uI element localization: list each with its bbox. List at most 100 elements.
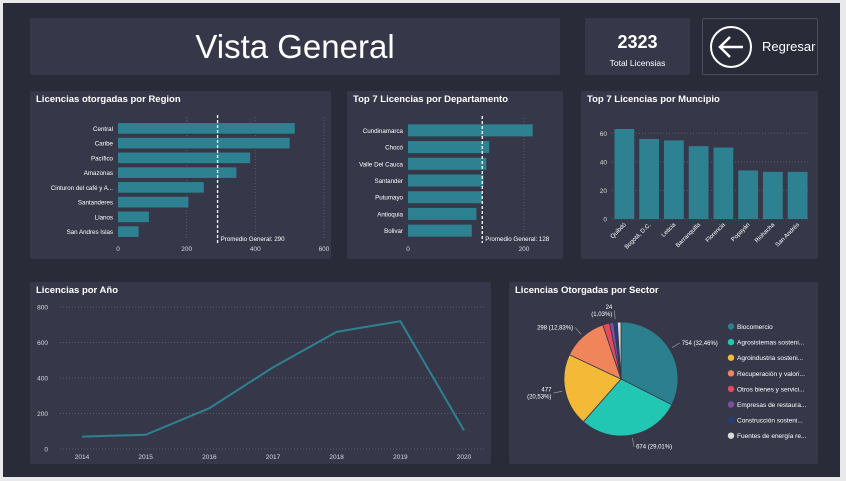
region-bar [118, 152, 251, 164]
departamento-bar [408, 207, 477, 220]
year-chart: 0 200 400 600 800 2014 2015 2016 2017 2018 2019 202… [37, 305, 485, 461]
municipio-category-label: Riohacha [754, 222, 777, 245]
back-button[interactable]: Regresar [702, 18, 818, 75]
year-tick-label: 400 [37, 376, 48, 383]
region-tick-label: 400 [250, 246, 261, 253]
year-chart-panel: Licencias por Año 0 200 400 600 800 2014 2015 2… [30, 282, 491, 464]
sector-leader-line [632, 437, 635, 447]
departamento-category-label: Valle Del Cauca [359, 161, 403, 168]
year-x-tick-label: 2014 [75, 454, 90, 461]
region-bar [118, 137, 290, 149]
arrow-left-icon [710, 26, 752, 68]
municipio-bar [787, 171, 808, 219]
sector-data-label: 298 (12,83%) [537, 325, 573, 331]
municipio-chart-panel: Top 7 Licencias por Muncipio 0 20 40 60 Quib… [581, 91, 818, 259]
kpi-value: 2323 [617, 32, 658, 52]
year-x-tick-label: 2018 [329, 454, 344, 461]
municipio-category-label: Barranquilla [675, 222, 702, 249]
sector-legend-label: Otros bienes y servici... [737, 386, 805, 393]
year-x-tick-label: 2017 [266, 454, 281, 461]
year-x-tick-label: 2019 [393, 454, 408, 461]
year-x-tick-label: 2020 [457, 454, 472, 461]
year-x-tick-label: 2015 [138, 454, 153, 461]
departamento-category-label: Santander [374, 178, 403, 185]
region-tick-label: 0 [116, 246, 120, 253]
page-title: Vista General [195, 28, 395, 65]
municipio-category-label: Florencia [705, 222, 727, 244]
region-category-label: Central [93, 126, 113, 133]
sector-leader-line [574, 327, 582, 335]
sector-legend-marker [727, 354, 735, 361]
sector-legend-marker [727, 338, 735, 346]
sector-data-label: 674 (29,01%) [636, 445, 672, 451]
municipio-tick-label: 60 [600, 131, 608, 138]
region-average-label: Promedio General: 290 [221, 236, 286, 243]
dashboard-canvas: Vista General 2323 Total Licensias Regre… [3, 3, 840, 477]
municipio-category-label: San Andrés [775, 222, 801, 248]
municipio-bar [639, 139, 660, 219]
kpi-label: Total Licensias [609, 58, 666, 68]
municipio-bar [762, 171, 783, 219]
departamento-bar [408, 124, 533, 137]
departamento-category-label: Bolivar [384, 228, 403, 235]
sector-legend-label: Agroindustria sosteni... [737, 355, 803, 362]
municipio-tick-label: 40 [600, 159, 608, 166]
region-category-label: San Andres Islas [67, 229, 113, 236]
region-bar [118, 211, 149, 223]
region-category-label: Cinturon del café y A... [51, 185, 114, 192]
sector-legend-marker [727, 323, 735, 330]
region-tick-label: 600 [319, 246, 330, 253]
departamento-bar [408, 174, 484, 187]
departamento-tick-label: 0 [406, 246, 410, 253]
kpi-card: 2323 Total Licensias [585, 18, 690, 75]
sector-legend-marker [727, 416, 735, 424]
sector-data-label: 477 (20,53%) [527, 388, 552, 401]
departamento-bar [408, 141, 490, 154]
region-chart: 0 200 400 600 Central Caribe Pacífico Amazonas C… [51, 115, 330, 253]
municipio-bar [738, 170, 759, 219]
sector-legend-label: Empresas de restaura... [737, 402, 807, 409]
departamento-category-label: Putumayo [375, 195, 403, 202]
municipio-bar [663, 140, 684, 219]
sector-legend-marker [727, 401, 735, 408]
municipio-category-label: Bogotá, D.C. [624, 222, 653, 251]
sector-chart-panel: Licencias Otorgadas por Sector 754 (32,4… [509, 282, 818, 464]
region-category-label: Llanos [95, 214, 113, 221]
sector-leader-line [613, 310, 616, 320]
departamento-category-label: Antioquia [377, 211, 403, 218]
region-bar [118, 123, 295, 134]
year-tick-label: 0 [44, 447, 48, 454]
year-x-tick-label: 2016 [202, 454, 217, 461]
departamento-bar [408, 191, 483, 204]
region-bar [118, 182, 204, 193]
sector-legend-label: Fuentes de energía re... [737, 433, 807, 440]
sector-legend-label: Construcción sosteni... [737, 418, 803, 425]
region-category-label: Pacífico [91, 155, 114, 162]
municipio-tick-label: 20 [600, 188, 608, 195]
municipio-bar [688, 146, 709, 219]
sector-legend-marker [727, 370, 735, 377]
departamento-category-label: Chocó [385, 145, 403, 152]
back-button-label: Regresar [762, 39, 816, 54]
municipio-bar [614, 129, 635, 219]
year-tick-label: 800 [37, 305, 48, 312]
municipio-tick-label: 0 [603, 217, 607, 224]
region-bar [118, 226, 139, 237]
year-tick-label: 600 [37, 340, 48, 347]
region-tick-label: 200 [181, 246, 192, 253]
sector-leader-line [671, 342, 680, 348]
sector-legend-label: Biocomercio [737, 324, 773, 331]
region-category-label: Caribe [95, 141, 114, 148]
region-category-label: Santanderes [78, 200, 113, 207]
departamento-bar [408, 224, 472, 237]
departamento-chart: 0 200 Cundinamarca Chocó Valle Del Cauca Sant… [359, 116, 550, 253]
departamento-tick-label: 200 [519, 246, 530, 253]
departamento-category-label: Cundinamarca [363, 128, 404, 135]
sector-data-label: 754 (32,46%) [682, 341, 718, 347]
departamento-bar [408, 157, 487, 170]
sector-legend-marker [727, 385, 735, 393]
region-category-label: Amazonas [84, 170, 113, 177]
municipio-chart: 0 20 40 60 QuibdóBogotá, D.C. LeticiaBarranqu… [600, 129, 810, 251]
sector-leader-line [553, 390, 563, 394]
region-bar [118, 196, 189, 208]
